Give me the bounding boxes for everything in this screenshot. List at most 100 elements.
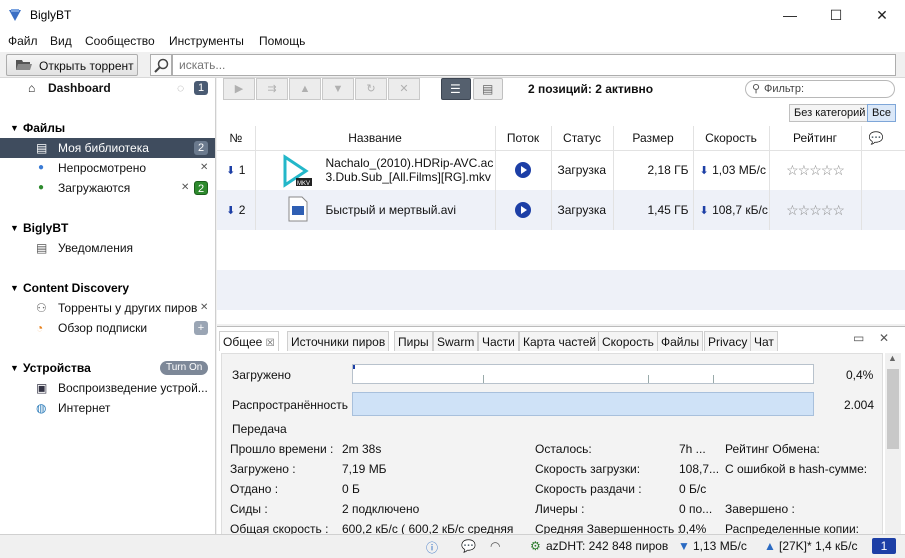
- menu-community[interactable]: Сообщество: [85, 34, 155, 48]
- close-pane-icon[interactable]: ✕: [879, 331, 889, 345]
- folder-open-icon: [16, 60, 32, 70]
- minimize-button[interactable]: —: [767, 0, 813, 30]
- remove-button[interactable]: ✕: [388, 78, 420, 100]
- comment-icon: 💬: [868, 130, 884, 145]
- search-button[interactable]: [150, 54, 172, 76]
- device-icon: ▣: [36, 381, 48, 395]
- column-header-stream[interactable]: Поток: [495, 126, 552, 151]
- sidebar-item-notifications[interactable]: ▤ Уведомления: [0, 238, 215, 258]
- close-icon[interactable]: ✕: [181, 178, 189, 198]
- upload-speed-status[interactable]: [27K]* 1,4 кБ/с: [779, 539, 858, 553]
- play-stream-icon[interactable]: [515, 202, 531, 218]
- tab-peers[interactable]: Пиры: [394, 331, 433, 351]
- sidebar-section-files[interactable]: ▼ Файлы: [0, 118, 215, 138]
- detail-scrollbar[interactable]: ▲: [885, 353, 901, 535]
- close-icon[interactable]: ☒: [266, 338, 275, 349]
- scroll-thumb[interactable]: [887, 369, 899, 449]
- notification-count-badge[interactable]: 1: [872, 538, 896, 554]
- filter-input[interactable]: ⚲ Фильтр:: [745, 80, 895, 98]
- torrent-size: 2,18 ГБ: [613, 150, 694, 190]
- general-content: Загружено 0,4% Распространённость 2.004 …: [221, 353, 883, 536]
- column-header-rating[interactable]: Рейтинг: [769, 126, 862, 151]
- rating-stars[interactable]: ☆☆☆☆☆: [786, 162, 845, 178]
- sidebar-item-label: Непросмотрено: [58, 161, 146, 175]
- tab-privacy[interactable]: Privacy: [704, 331, 752, 351]
- tab-general[interactable]: Общее ☒: [219, 331, 279, 351]
- close-icon[interactable]: ✕: [200, 298, 208, 318]
- dot-icon: ●: [38, 162, 45, 173]
- menu-help[interactable]: Помощь: [259, 34, 305, 48]
- table-row[interactable]: ⬇ 1 MKV Nachalo_(2010).HDRip-AVC.ac 3.Du…: [217, 150, 905, 190]
- column-header-status[interactable]: Статус: [551, 126, 614, 151]
- column-header-size[interactable]: Размер: [613, 126, 694, 151]
- sidebar-item-my-library[interactable]: ▤ Моя библиотека 2: [0, 138, 215, 158]
- close-icon[interactable]: ✕: [200, 158, 208, 178]
- network-icon[interactable]: ◠: [490, 539, 500, 553]
- column-header-speed[interactable]: Скорость: [693, 126, 770, 151]
- minimize-pane-icon[interactable]: ▭: [853, 331, 864, 345]
- play-stream-icon[interactable]: [515, 162, 531, 179]
- search-input[interactable]: [172, 54, 896, 76]
- tab-peer-sources[interactable]: Источники пиров: [287, 331, 390, 351]
- download-speed-status[interactable]: 1,13 МБ/с: [693, 539, 747, 553]
- add-subscription-icon[interactable]: +: [194, 321, 208, 335]
- menu-tools[interactable]: Инструменты: [169, 34, 244, 48]
- sidebar-item-peer-torrents[interactable]: ⚇ Торренты у других пиров ✕: [0, 298, 215, 318]
- peers-icon: ⚇: [36, 301, 47, 315]
- open-torrent-button[interactable]: Открыть торрент: [6, 54, 138, 76]
- queue-button[interactable]: ⇉: [256, 78, 288, 100]
- sidebar-item-downloading[interactable]: ● Загружаются ✕ 2: [0, 178, 215, 198]
- sidebar-section-biglybt[interactable]: ▼ BiglyBT: [0, 218, 215, 238]
- category-all-button[interactable]: Все: [867, 104, 896, 122]
- search-icon: ⚲: [752, 83, 761, 95]
- sidebar-item-subscriptions[interactable]: ◔ Обзор подписки +: [0, 318, 215, 338]
- menu-file[interactable]: Файл: [8, 34, 38, 48]
- chat-icon[interactable]: 💬: [461, 539, 476, 553]
- detail-pane: Общее ☒ Источники пиров Пиры Swarm Части…: [217, 326, 905, 536]
- category-uncategorized-button[interactable]: Без категорий: [789, 104, 871, 122]
- close-button[interactable]: ✕: [859, 0, 905, 30]
- move-up-button[interactable]: ▲: [289, 78, 321, 100]
- downloaded-percent: 0,4%: [846, 368, 874, 382]
- sidebar-item-label: Интернет: [58, 401, 111, 415]
- tab-files[interactable]: Файлы: [657, 331, 704, 351]
- column-header-comments[interactable]: 💬: [861, 126, 891, 151]
- transfer-header: Передача: [232, 422, 287, 436]
- column-header-number[interactable]: №: [217, 126, 256, 151]
- sidebar-item-internet[interactable]: ◍ Интернет: [0, 398, 215, 418]
- info-icon[interactable]: ⓘ: [426, 539, 438, 556]
- upload-speed-label: Скорость раздачи :: [535, 482, 642, 496]
- tab-chat[interactable]: Чат: [750, 331, 778, 351]
- sidebar-item-label: Загружаются: [58, 181, 131, 195]
- detailed-view-button[interactable]: ☰: [441, 78, 471, 100]
- maximize-button[interactable]: ☐: [813, 0, 859, 30]
- move-down-button[interactable]: ▼: [322, 78, 354, 100]
- tab-speed[interactable]: Скорость: [598, 331, 658, 351]
- hash-fails-label: С ошибкой в hash-сумме:: [725, 462, 868, 476]
- dot-icon: ●: [38, 182, 45, 193]
- rating-stars[interactable]: ☆☆☆☆☆: [786, 202, 845, 218]
- availability-value: 2.004: [844, 398, 875, 412]
- dht-status[interactable]: azDHT: 242 848 пиров: [546, 539, 668, 553]
- column-header-name[interactable]: Название: [255, 126, 496, 151]
- globe-icon: ◍: [36, 401, 47, 415]
- scroll-up-icon[interactable]: ▲: [888, 353, 897, 363]
- tab-swarm[interactable]: Swarm: [433, 331, 479, 351]
- sidebar-item-device-playback[interactable]: ▣ Воспроизведение устрой...: [0, 378, 215, 398]
- table-row[interactable]: ⬇ 2 Быстрый и мертвый.avi Загрузка 1,45 …: [217, 190, 905, 230]
- downloaded-total-value: 7,19 МБ: [342, 462, 387, 476]
- tab-piece-map[interactable]: Карта частей: [519, 331, 601, 351]
- expand-triangle-icon: ▼: [10, 363, 19, 373]
- simple-view-button[interactable]: ▤: [473, 78, 503, 100]
- menu-view[interactable]: Вид: [50, 34, 72, 48]
- transfer-toolbar: ▶ ⇉ ▲ ▼ ↻ ✕: [223, 78, 423, 100]
- turn-on-button[interactable]: Turn On: [160, 361, 209, 375]
- tab-pieces[interactable]: Части: [478, 331, 519, 351]
- sidebar-section-devices[interactable]: ▼ Устройства Turn On: [0, 358, 215, 378]
- sidebar-item-unseen[interactable]: ● Непросмотрено ✕: [0, 158, 215, 178]
- sidebar-item-dashboard[interactable]: ⌂ Dashboard ◌ 1: [0, 78, 215, 98]
- recheck-button[interactable]: ↻: [355, 78, 387, 100]
- notification-icon: ▤: [36, 241, 48, 255]
- sidebar-section-content-discovery[interactable]: ▼ Content Discovery: [0, 278, 215, 298]
- start-button[interactable]: ▶: [223, 78, 255, 100]
